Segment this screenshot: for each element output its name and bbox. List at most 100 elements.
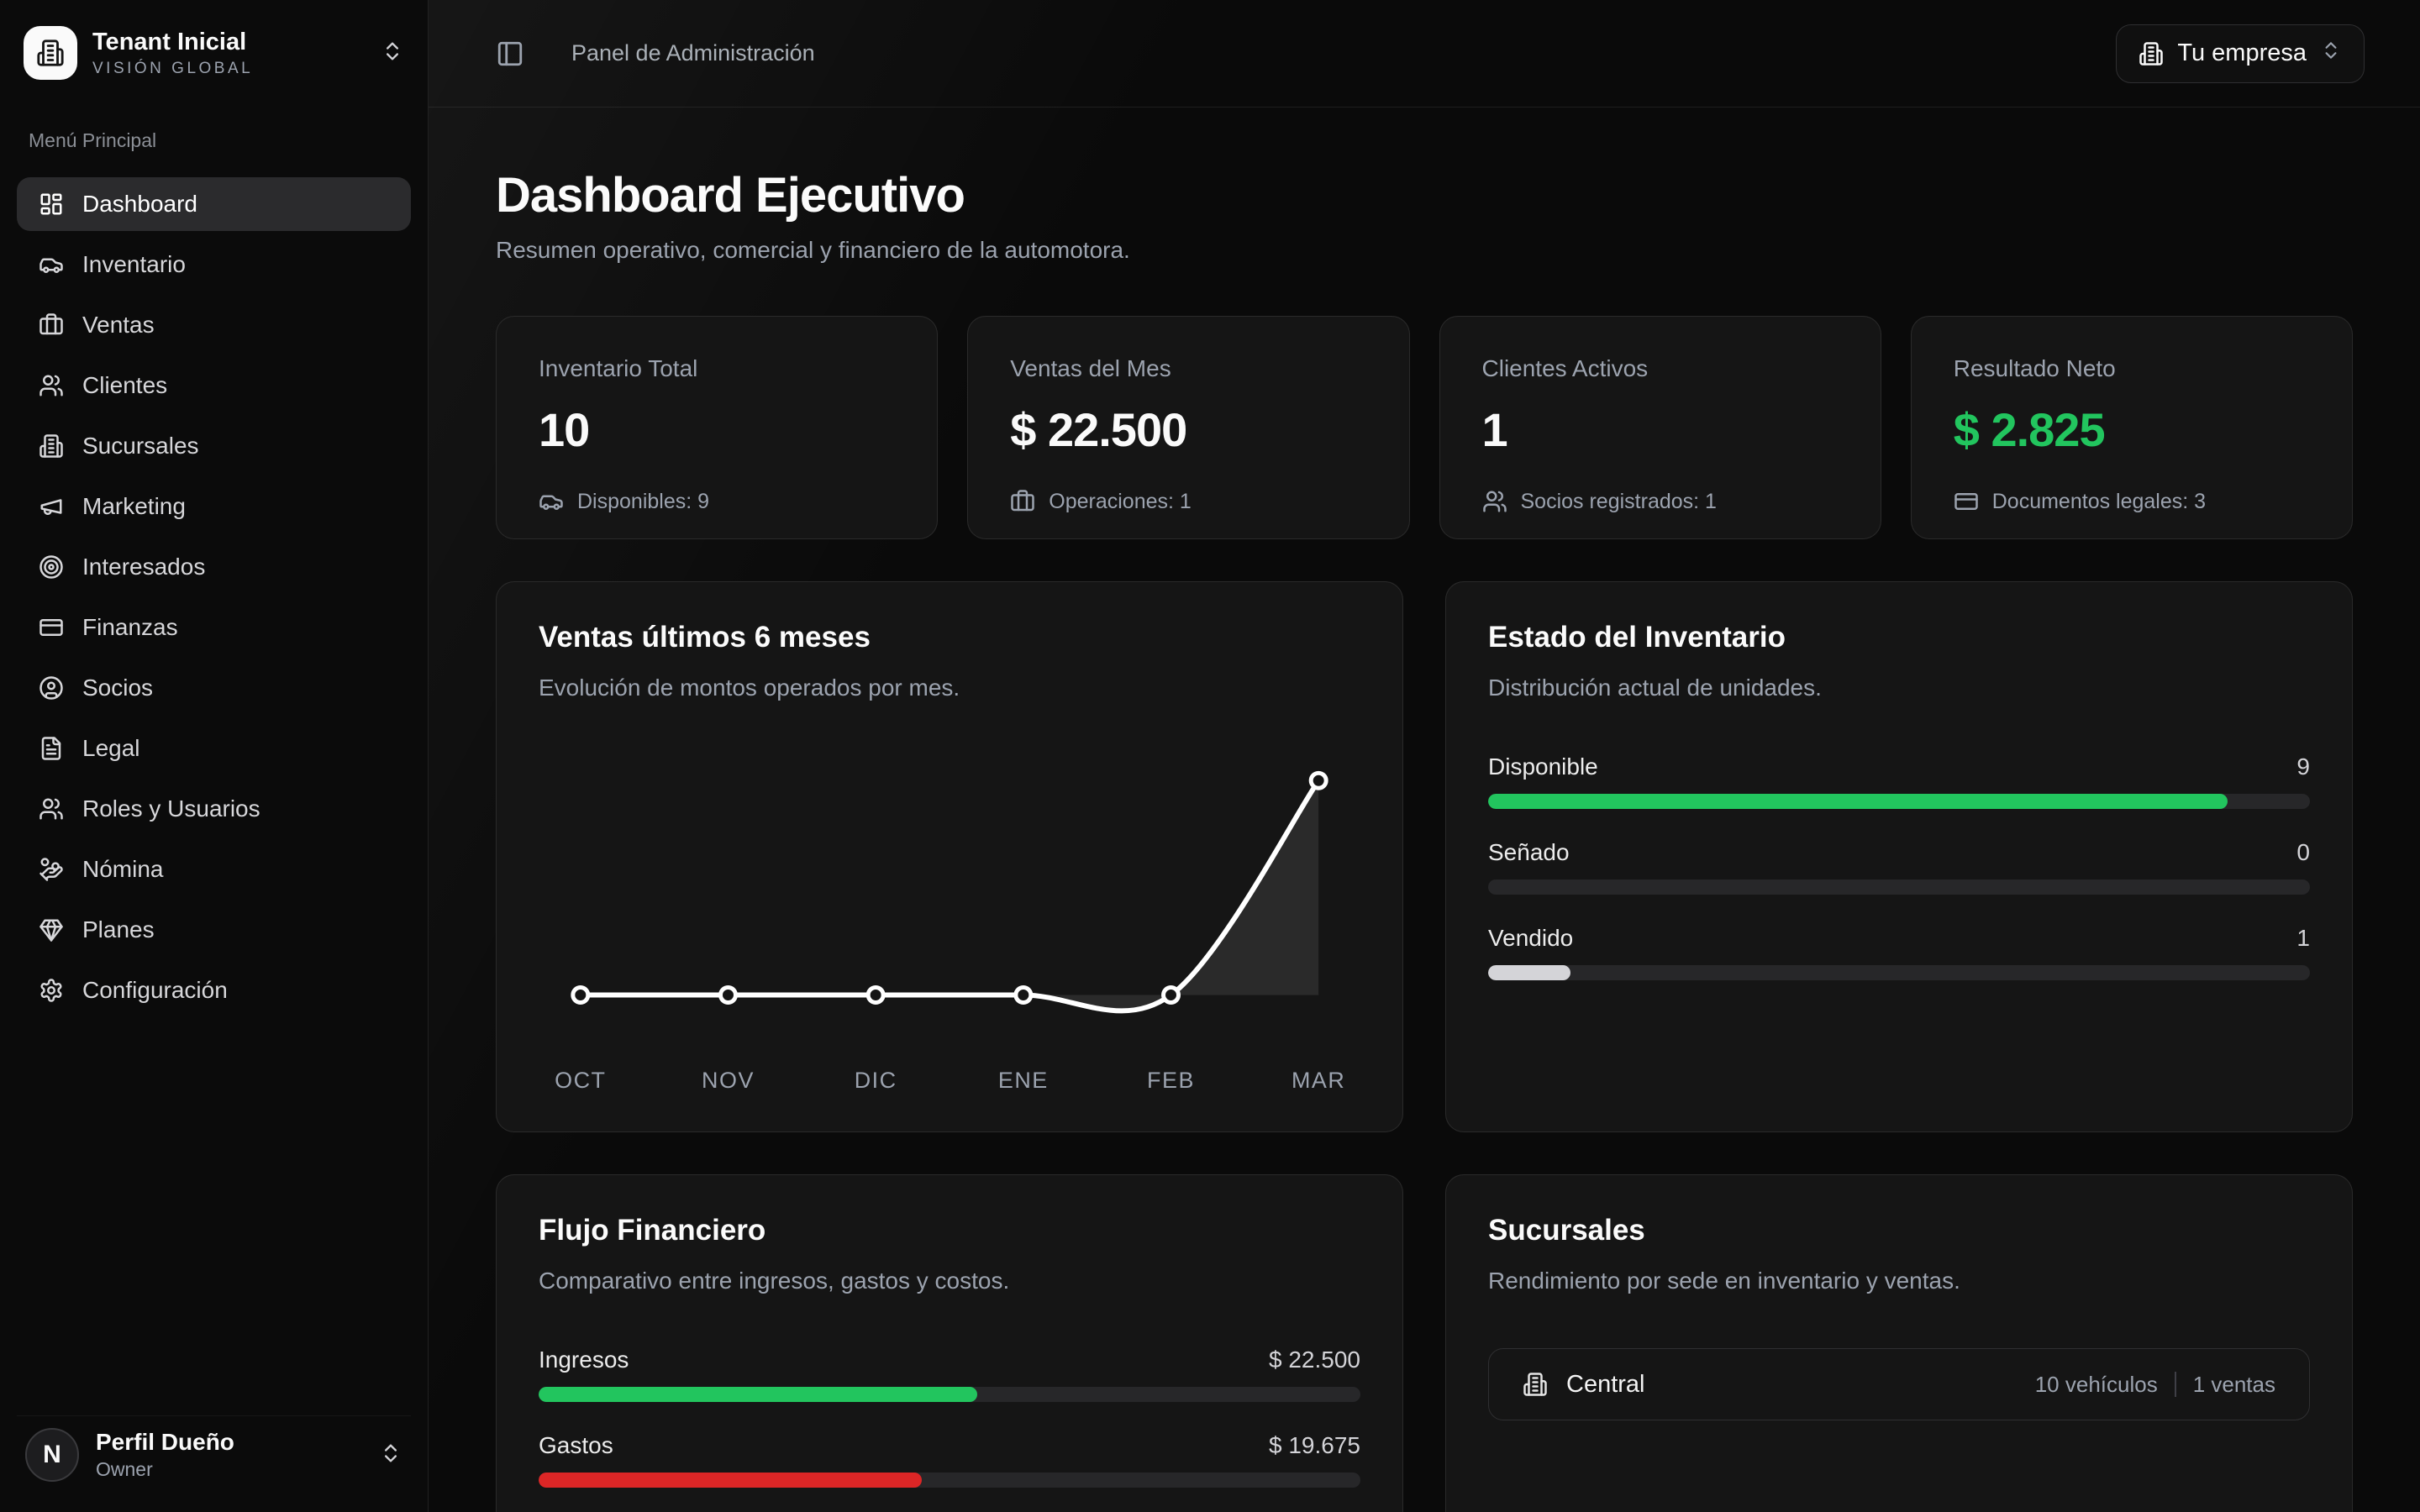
x-axis-label: DIC bbox=[855, 1068, 897, 1093]
progress-track bbox=[1488, 879, 2310, 895]
sidebar-item-ventas[interactable]: Ventas bbox=[17, 298, 411, 352]
sidebar-item-label: Nómina bbox=[82, 856, 163, 883]
sidebar-item-roles-y-usuarios[interactable]: Roles y Usuarios bbox=[17, 782, 411, 836]
stat-label: Inventario Total bbox=[539, 355, 895, 382]
tenant-switcher[interactable]: Tenant Inicial VISIÓN GLOBAL bbox=[17, 25, 411, 81]
bar-value: 1 bbox=[2296, 925, 2310, 952]
progress-fill bbox=[539, 1473, 922, 1488]
users-icon bbox=[39, 373, 64, 398]
users-icon bbox=[39, 373, 64, 398]
stat-footer: Documentos legales: 3 bbox=[1954, 489, 2310, 514]
progress-fill bbox=[539, 1387, 977, 1402]
page-subtitle: Resumen operativo, comercial y financier… bbox=[496, 234, 2353, 267]
sidebar-item-dashboard[interactable]: Dashboard bbox=[17, 177, 411, 231]
sidebar-item-inventario[interactable]: Inventario bbox=[17, 238, 411, 291]
users-icon bbox=[39, 796, 64, 822]
inventory-bars: Disponible 9 Señado0 Vendido1 bbox=[1488, 753, 2310, 980]
car-icon bbox=[39, 252, 64, 277]
main-area: Panel de Administración Tu empresa Dashb… bbox=[429, 0, 2420, 1512]
data-point-marker bbox=[573, 988, 588, 1003]
sidebar-item-clientes[interactable]: Clientes bbox=[17, 359, 411, 412]
stat-card-clientes-activos: Clientes Activos1Socios registrados: 1 bbox=[1439, 316, 1881, 539]
briefcase-icon bbox=[1010, 489, 1035, 514]
progress-track bbox=[539, 1473, 1360, 1488]
x-axis-label: FEB bbox=[1147, 1068, 1195, 1093]
sidebar-item-label: Socios bbox=[82, 675, 153, 701]
sidebar-item-socios[interactable]: Socios bbox=[17, 661, 411, 715]
sidebar-item-finanzas[interactable]: Finanzas bbox=[17, 601, 411, 654]
stat-label: Ventas del Mes bbox=[1010, 355, 1366, 382]
bar-value: $ 19.675 bbox=[1269, 1432, 1360, 1459]
financial-bars: Ingresos$ 22.500Gastos$ 19.675Costos$ 0 bbox=[539, 1347, 1360, 1512]
sidebar-item-planes[interactable]: Planes bbox=[17, 903, 411, 957]
profile-meta: Perfil Dueño Owner bbox=[96, 1429, 362, 1481]
circle-user-icon bbox=[39, 675, 64, 701]
sidebar-item-legal[interactable]: Legal bbox=[17, 722, 411, 775]
file-text-icon bbox=[39, 736, 64, 761]
building-icon bbox=[2139, 41, 2164, 66]
data-point-marker bbox=[1164, 988, 1179, 1003]
inventory-status-card: Estado del Inventario Distribución actua… bbox=[1445, 581, 2353, 1132]
x-axis-label: OCT bbox=[555, 1068, 606, 1093]
card-title: Estado del Inventario bbox=[1488, 621, 2310, 654]
megaphone-icon bbox=[39, 494, 64, 519]
company-selector-button[interactable]: Tu empresa bbox=[2116, 24, 2365, 83]
bar-row-vendido: Vendido1 bbox=[1488, 925, 2310, 980]
card-title: Ventas últimos 6 meses bbox=[539, 621, 1360, 654]
bottom-row: Flujo Financiero Comparativo entre ingre… bbox=[496, 1174, 2353, 1512]
tenant-meta: Tenant Inicial VISIÓN GLOBAL bbox=[92, 28, 366, 78]
circle-user-icon bbox=[39, 675, 64, 701]
sidebar-item-configuracion[interactable]: Configuración bbox=[17, 963, 411, 1017]
gem-icon bbox=[39, 917, 64, 942]
gem-icon bbox=[39, 917, 64, 942]
bar-label: Disponible bbox=[1488, 753, 1598, 780]
sidebar-item-label: Dashboard bbox=[82, 191, 197, 218]
bar-label: Ingresos bbox=[539, 1347, 629, 1373]
sidebar-item-label: Roles y Usuarios bbox=[82, 795, 260, 822]
credit-card-icon bbox=[39, 615, 64, 640]
page-title: Dashboard Ejecutivo bbox=[496, 168, 2353, 223]
sidebar-toggle-button[interactable] bbox=[496, 39, 524, 68]
layout-dashboard-icon bbox=[39, 192, 64, 217]
stats-row: Inventario Total 10 Disponibles: 9 Ventas d… bbox=[496, 316, 2353, 539]
sidebar-item-label: Planes bbox=[82, 916, 155, 943]
stat-label: Resultado Neto bbox=[1954, 355, 2310, 382]
stat-value: 10 bbox=[539, 402, 895, 457]
branch-row-central: Central10 vehículos1 ventas bbox=[1488, 1348, 2310, 1420]
credit-card-icon bbox=[1954, 489, 1979, 514]
data-point-marker bbox=[721, 988, 736, 1003]
sidebar-item-interesados[interactable]: Interesados bbox=[17, 540, 411, 594]
sidebar-item-sucursales[interactable]: Sucursales bbox=[17, 419, 411, 473]
branch-stats: 10 vehículos1 ventas bbox=[2035, 1372, 2275, 1398]
sidebar-item-label: Finanzas bbox=[82, 614, 178, 641]
users-icon bbox=[39, 796, 64, 822]
stat-footer: Operaciones: 1 bbox=[1010, 489, 1366, 514]
tenant-subtitle: VISIÓN GLOBAL bbox=[92, 60, 366, 78]
stat-footer-text: Disponibles: 9 bbox=[577, 490, 709, 514]
x-axis-label: ENE bbox=[998, 1068, 1049, 1093]
progress-track bbox=[1488, 794, 2310, 809]
sidebar-item-label: Ventas bbox=[82, 312, 155, 339]
stat-footer: Disponibles: 9 bbox=[539, 489, 895, 514]
stat-value: $ 2.825 bbox=[1954, 402, 2310, 457]
sidebar-item-marketing[interactable]: Marketing bbox=[17, 480, 411, 533]
profile-switcher[interactable]: N Perfil Dueño Owner bbox=[17, 1415, 411, 1494]
stat-card-ventas-del-mes: Ventas del Mes$ 22.500Operaciones: 1 bbox=[967, 316, 1409, 539]
sidebar-item-nomina[interactable]: Nómina bbox=[17, 843, 411, 896]
card-subtitle: Evolución de montos operados por mes. bbox=[539, 675, 1360, 701]
bar-row-senado: Señado0 bbox=[1488, 839, 2310, 895]
progress-track bbox=[1488, 965, 2310, 980]
credit-card-icon bbox=[39, 615, 64, 640]
stat-footer-text: Socios registrados: 1 bbox=[1521, 490, 1717, 514]
progress-fill bbox=[1488, 794, 2228, 809]
bar-label: Señado bbox=[1488, 839, 1570, 866]
avatar: N bbox=[25, 1428, 79, 1482]
sidebar-item-label: Legal bbox=[82, 735, 140, 762]
sidebar: Tenant Inicial VISIÓN GLOBAL Menú Princi… bbox=[0, 0, 429, 1512]
bar-row-ingresos: Ingresos$ 22.500 bbox=[539, 1347, 1360, 1402]
financial-flow-card: Flujo Financiero Comparativo entre ingre… bbox=[496, 1174, 1403, 1512]
panel-left-icon bbox=[496, 39, 524, 68]
bar-value: 9 bbox=[2296, 753, 2310, 780]
building-icon bbox=[39, 433, 64, 459]
data-point-marker bbox=[868, 988, 883, 1003]
